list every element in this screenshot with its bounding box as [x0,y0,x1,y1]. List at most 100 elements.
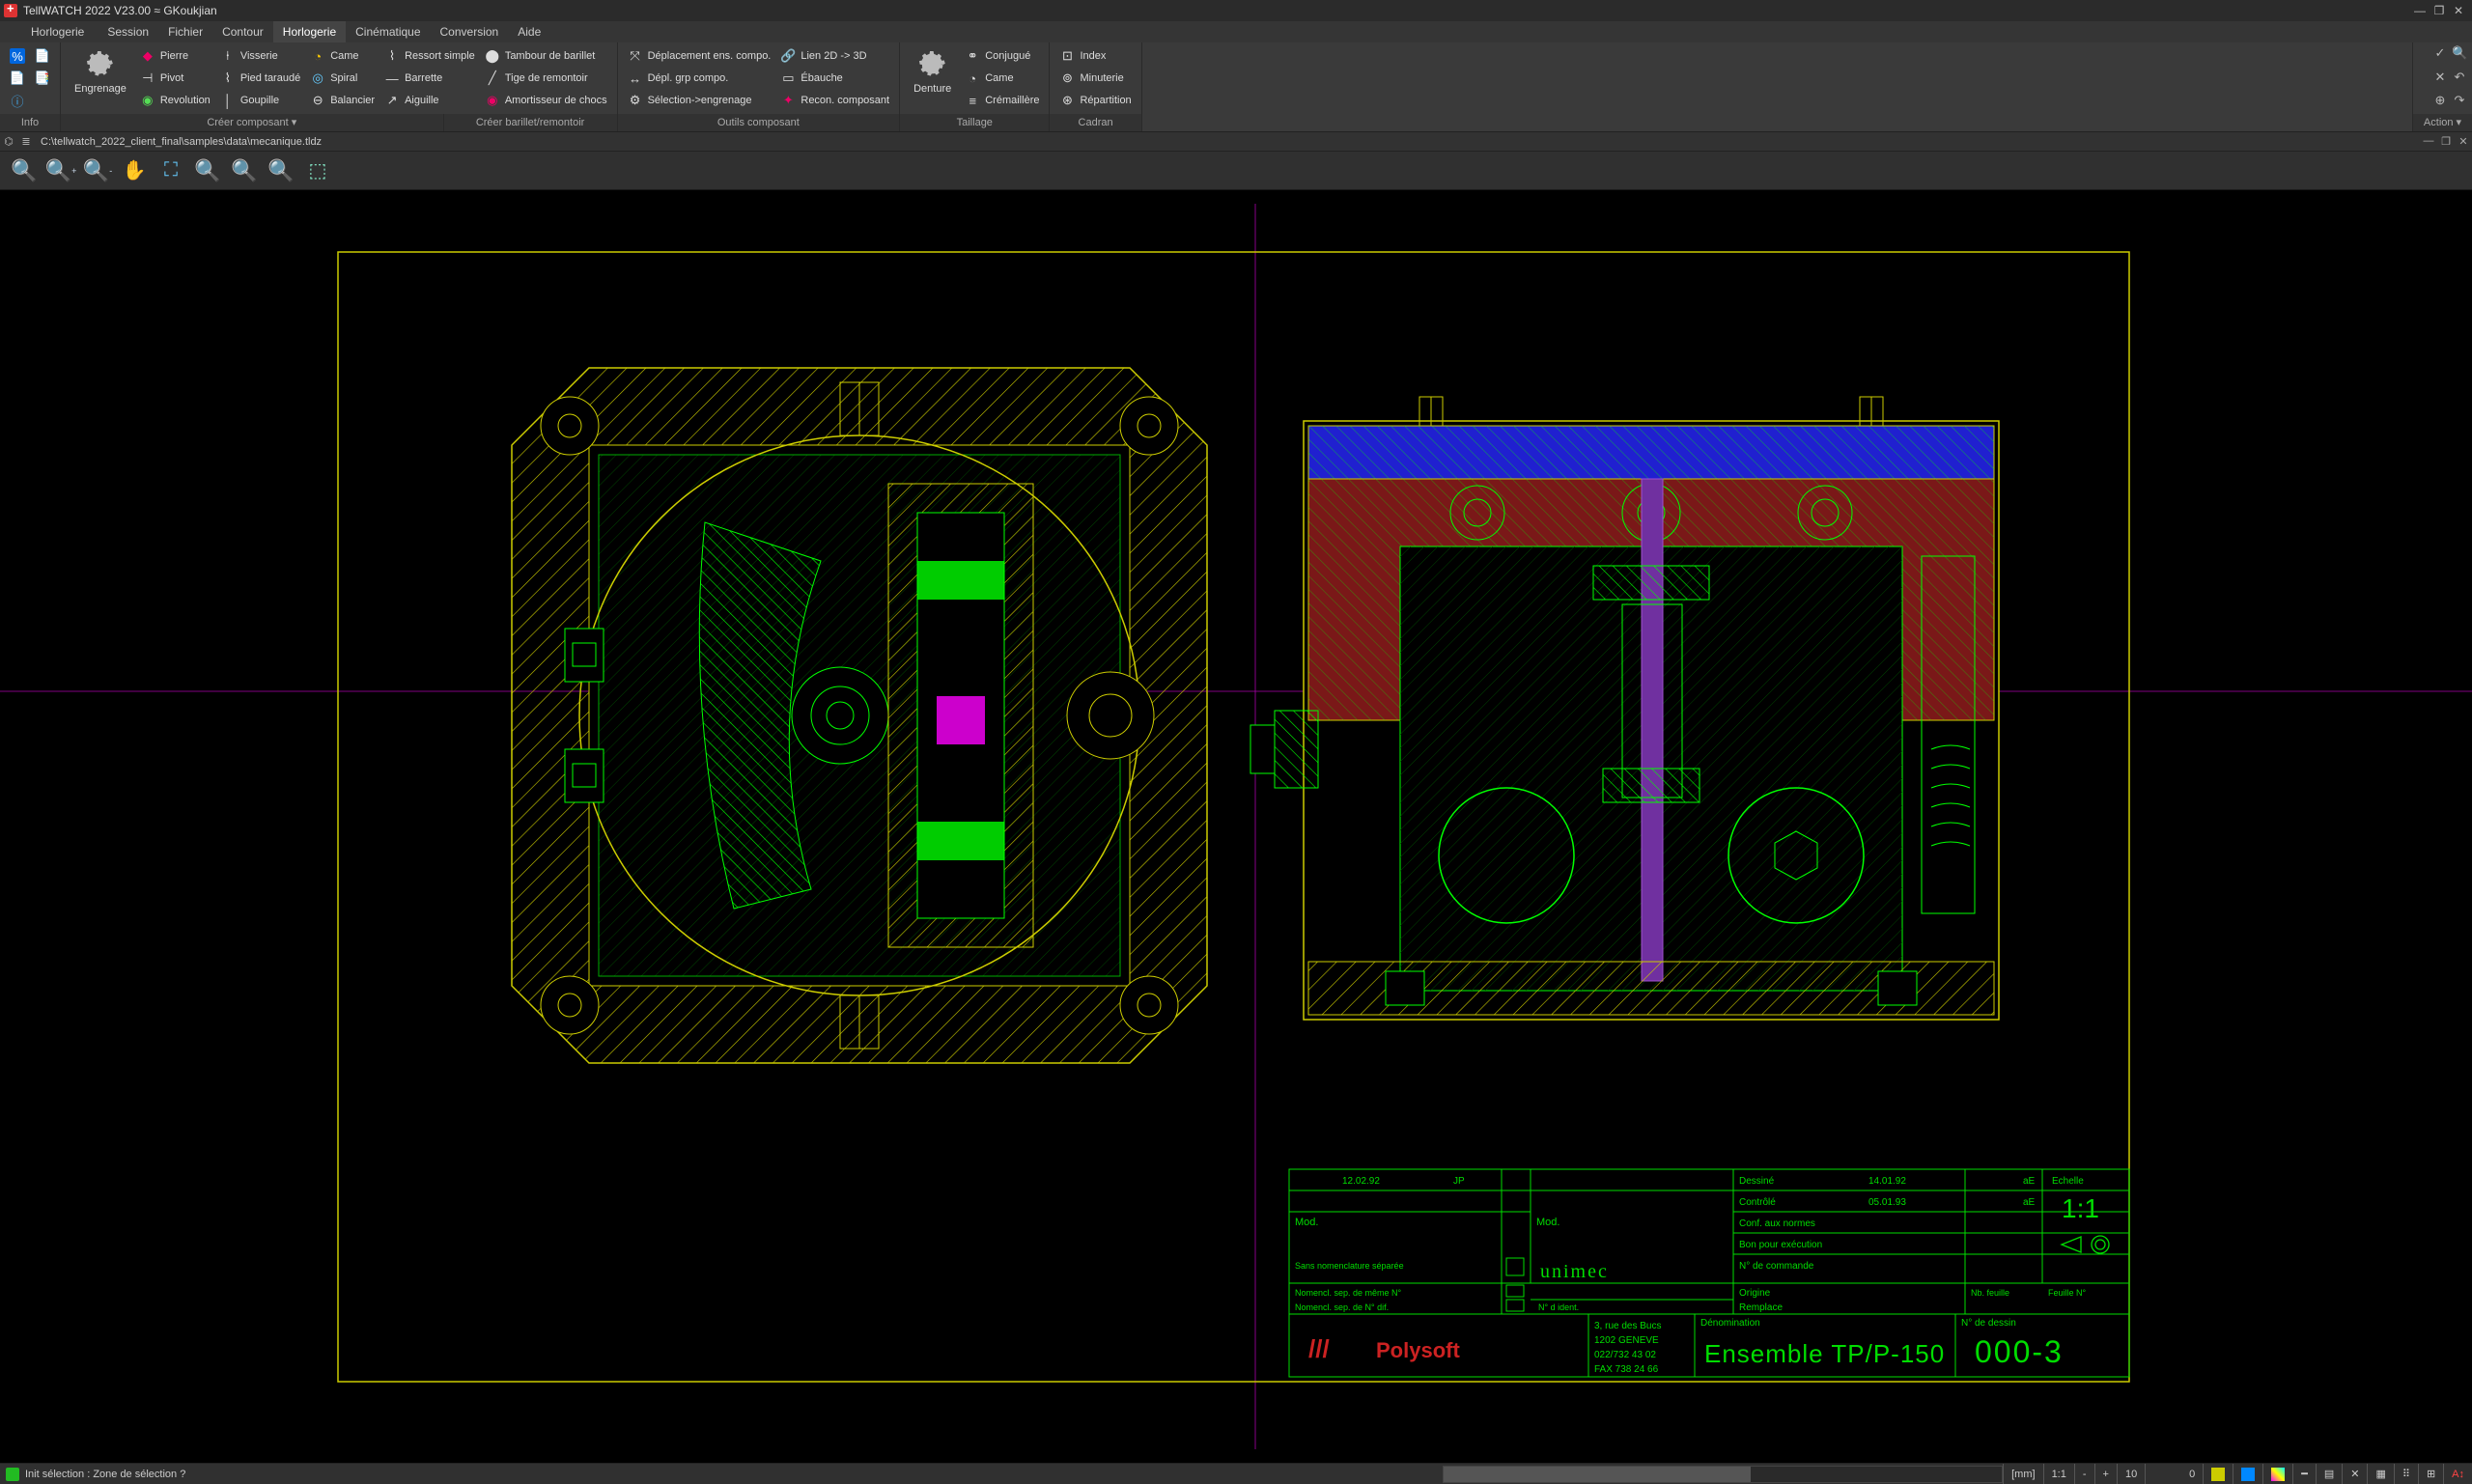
ribbon-caption-creer[interactable]: Créer composant ▾ [61,114,443,131]
amortisseur-button[interactable]: ◉Amortisseur de chocs [483,91,609,110]
zoom-window-icon[interactable]: 🔍 [10,156,39,185]
pivot-button[interactable]: ⊣Pivot [138,69,212,88]
view-3d-icon[interactable]: ⬚ [303,156,332,185]
visserie-button[interactable]: ⍿Visserie [218,46,302,66]
link-3d-icon: 🔗 [780,48,796,64]
menu-session[interactable]: Session [98,21,158,42]
status-layer-icon[interactable]: ▤ [2316,1464,2342,1484]
tige-button[interactable]: ╱Tige de remontoir [483,69,609,88]
svg-text:Feuille N°: Feuille N° [2048,1288,2087,1298]
info-btn-info[interactable]: ⓘ [8,91,27,110]
tambour-button[interactable]: ⬤Tambour de barillet [483,46,609,66]
status-snap-icon[interactable]: ⊞ [2418,1464,2443,1484]
svg-text:1:1: 1:1 [2062,1193,2099,1223]
depl-grp-button[interactable]: ↔Dépl. grp compo. [626,69,773,88]
zoom-prev-icon[interactable]: 🔍 [193,156,222,185]
zoom-fit-icon[interactable]: ⛶ [156,156,185,185]
maximize-button[interactable]: ❐ [2430,4,2449,17]
ribbon-panel-cadran: ⊡Index ⊚Minuterie ⊛Répartition Cadran [1050,42,1141,131]
menu-fichier[interactable]: Fichier [158,21,212,42]
doc-restore-icon[interactable]: ❐ [2437,135,2455,148]
menu-horlogerie-root[interactable]: Horlogerie [21,21,94,42]
bar-icon: — [384,70,400,86]
conjugue-button[interactable]: ⚭Conjugué [963,46,1041,66]
zoom-in-icon[interactable]: 🔍+ [46,156,75,185]
repartition-button[interactable]: ⊛Répartition [1057,91,1133,110]
thread-icon: ⌇ [220,70,236,86]
status-color3-icon[interactable] [2262,1464,2292,1484]
doc-minimize-icon[interactable]: — [2420,135,2437,148]
status-dots-icon[interactable]: ⠿ [2394,1464,2418,1484]
cad-viewport[interactable]: Mod. 12.02.92 JP Mod. Dessiné 14.01.92 a… [0,190,2472,1463]
cremaillere-button[interactable]: ≡Crémaillère [963,91,1041,110]
ribbon-caption-action[interactable]: Action ▾ [2413,114,2472,131]
status-input[interactable]: 0 [2145,1464,2203,1484]
came-taillage-button[interactable]: ◔Came [963,69,1041,88]
status-color2-icon[interactable] [2233,1464,2262,1484]
status-a-icon[interactable]: A↕ [2443,1464,2472,1484]
pierre-button[interactable]: ◆Pierre [138,46,212,66]
pan-icon[interactable]: ✋ [120,156,149,185]
denture-button[interactable]: Denture [908,46,957,97]
redo-icon[interactable]: ↷ [2452,93,2467,108]
status-cancel-icon[interactable]: ✕ [2342,1464,2367,1484]
status-color1-icon[interactable] [2203,1464,2233,1484]
sel-engr-button[interactable]: ⚙Sélection->engrenage [626,91,773,110]
zoom-region-icon[interactable]: 🔍 [230,156,259,185]
ebauche-button[interactable]: ▭Ébauche [778,69,891,88]
revolution-button[interactable]: ◉Revolution [138,91,212,110]
undo-icon[interactable]: ↶ [2452,70,2467,85]
search-icon[interactable]: 🔍 [2452,45,2467,61]
check-icon[interactable]: ✓ [2432,45,2448,61]
status-line-icon[interactable]: ━ [2292,1464,2316,1484]
came-button[interactable]: ◔Came [308,46,377,66]
hscroll[interactable] [1443,1466,2003,1483]
svg-text:Mod.: Mod. [1295,1217,1318,1228]
depl-ens-button[interactable]: ⤧Déplacement ens. compo. [626,46,773,66]
aiguille-button[interactable]: ↗Aiguille [382,91,477,110]
balancier-button[interactable]: ⊖Balancier [308,91,377,110]
info-btn-doc2[interactable]: 📄 [33,46,52,66]
svg-text:Origine: Origine [1739,1288,1771,1299]
index-button[interactable]: ⊡Index [1057,46,1133,66]
recon-button[interactable]: ✦Recon. composant [778,91,891,110]
engrenage-button[interactable]: Engrenage [69,46,132,97]
spiral-button[interactable]: ◎Spiral [308,69,377,88]
move-icon: ↔ [628,70,643,86]
goupille-button[interactable]: │Goupille [218,91,302,110]
doc-tree-icon[interactable]: ⌬ [0,135,17,148]
info-btn-doc3[interactable]: 📑 [33,69,52,88]
menu-conversion[interactable]: Conversion [431,21,509,42]
info-btn-doc[interactable]: 📄 [8,69,27,88]
status-grid-icon[interactable]: ▦ [2367,1464,2393,1484]
minuterie-button[interactable]: ⊚Minuterie [1057,69,1133,88]
select-gear-icon: ⚙ [628,93,643,108]
status-unit[interactable]: [mm] [2003,1464,2042,1484]
menu-contour[interactable]: Contour [212,21,273,42]
zoom-out-icon[interactable]: 🔍- [83,156,112,185]
menu-cinematique[interactable]: Cinématique [346,21,430,42]
status-scale[interactable]: 1:1 [2043,1464,2074,1484]
close-button[interactable]: ✕ [2449,4,2468,17]
doc-list-icon[interactable]: ≣ [17,135,35,148]
lien-3d-button[interactable]: 🔗Lien 2D -> 3D [778,46,891,66]
menu-horlogerie[interactable]: Horlogerie [273,21,346,42]
status-step[interactable]: 10 [2117,1464,2145,1484]
status-plus[interactable]: + [2094,1464,2117,1484]
minimize-button[interactable]: — [2410,4,2430,17]
document-path-bar: ⌬ ≣ C:\tellwatch_2022_client_final\sampl… [0,132,2472,152]
menu-aide[interactable]: Aide [508,21,550,42]
gear-icon [84,48,117,81]
ressort-button[interactable]: ⌇Ressort simple [382,46,477,66]
pied-taraude-button[interactable]: ⌇Pied taraudé [218,69,302,88]
svg-text:000-3: 000-3 [1975,1334,2064,1369]
cross-icon[interactable]: ✕ [2432,70,2448,85]
ribbon-caption-taillage: Taillage [900,114,1049,131]
screw-icon: ⍿ [220,48,236,64]
zoom-realtime-icon[interactable]: 🔍 [267,156,295,185]
doc-close-icon[interactable]: ✕ [2455,135,2472,148]
info-btn-percent[interactable]: % [8,46,27,66]
status-minus[interactable]: - [2074,1464,2094,1484]
target-icon[interactable]: ⊕ [2432,93,2448,108]
barrette-button[interactable]: —Barrette [382,69,477,88]
